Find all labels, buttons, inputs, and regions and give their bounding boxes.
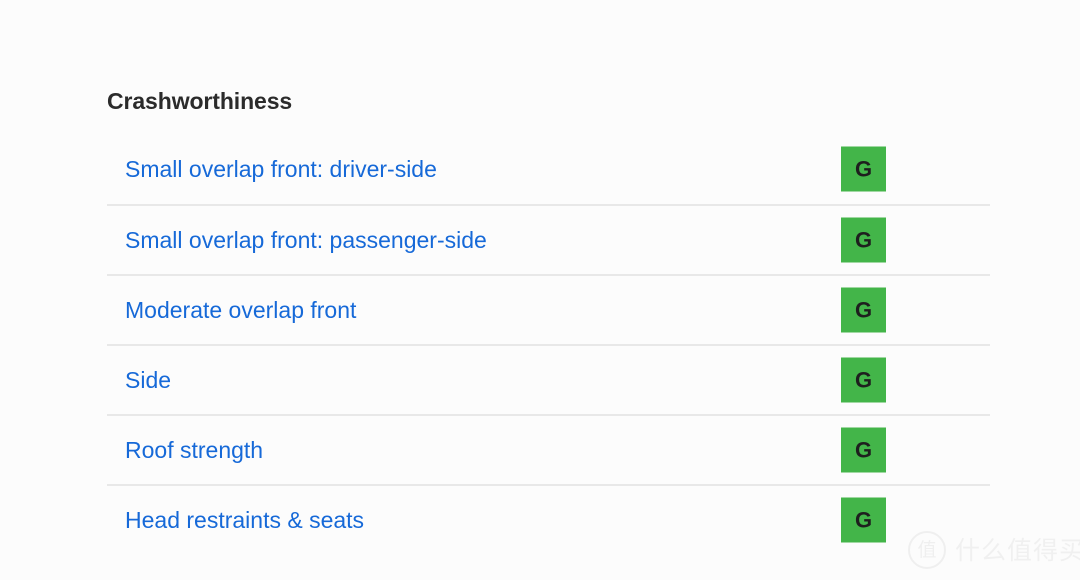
table-row[interactable]: Small overlap front: passenger-side G — [107, 204, 990, 274]
rating-link-small-overlap-front-passenger-side[interactable]: Small overlap front: passenger-side — [125, 226, 487, 254]
table-row[interactable]: Roof strength G — [107, 414, 990, 484]
rating-link-roof-strength[interactable]: Roof strength — [125, 436, 263, 464]
rating-link-moderate-overlap-front[interactable]: Moderate overlap front — [125, 296, 356, 324]
status-badge: G — [841, 427, 886, 473]
status-badge: G — [841, 146, 886, 192]
status-badge: G — [841, 497, 886, 543]
table-row[interactable]: Side G — [107, 344, 990, 414]
table-row[interactable]: Head restraints & seats G — [107, 484, 990, 554]
status-badge: G — [841, 217, 886, 263]
table-row[interactable]: Moderate overlap front G — [107, 274, 990, 344]
page-title: Crashworthiness — [107, 88, 293, 114]
rating-link-side[interactable]: Side — [125, 366, 171, 394]
status-badge: G — [841, 287, 886, 333]
rating-link-small-overlap-front-driver-side[interactable]: Small overlap front: driver-side — [125, 155, 437, 183]
rating-link-head-restraints-and-seats[interactable]: Head restraints & seats — [125, 506, 364, 534]
table-row[interactable]: Small overlap front: driver-side G — [107, 134, 990, 204]
crashworthiness-ratings-list: Small overlap front: driver-side G Small… — [107, 134, 990, 554]
status-badge: G — [841, 357, 886, 403]
ratings-page: Crashworthiness Small overlap front: dri… — [0, 0, 1080, 580]
